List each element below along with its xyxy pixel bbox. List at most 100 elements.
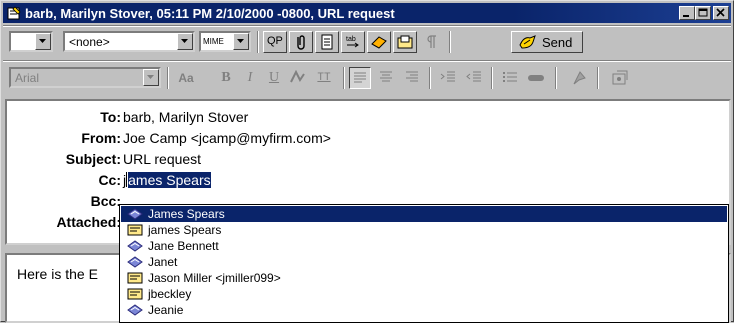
from-row[interactable]: From: Joe Camp <jcamp@myfirm.com> [7,128,727,148]
svg-text:tab: tab [346,36,356,43]
bcc-label: Bcc: [90,193,121,209]
chevron-down-icon[interactable] [177,33,193,50]
indent-icon[interactable] [437,67,459,89]
maximize-button[interactable] [695,6,711,20]
encoding-value: MIME [203,37,224,46]
attached-label: Attached: [56,214,121,230]
autocomplete-item[interactable]: Jason Miller <jmiller099> [121,270,727,286]
autocomplete-item[interactable]: Janet [121,254,727,270]
chevron-down-icon[interactable] [143,69,159,86]
minimize-icon [683,15,689,17]
autocomplete-item-name: Jeanie [148,303,184,317]
to-row[interactable]: To: barb, Marilyn Stover [7,107,727,127]
toolbar-divider [257,31,259,53]
horizontal-rule-icon[interactable] [525,67,547,89]
format-toolbar: Arial Aa B I U TT [3,63,731,93]
autocomplete-item[interactable]: James Spears [121,206,727,222]
cc-field[interactable]: j ames Spears [123,172,211,188]
autocomplete-item[interactable]: james Spears [121,222,727,238]
subject-value[interactable]: URL request [123,151,201,167]
font-dropdown[interactable]: Arial [9,67,161,88]
person-icon [127,208,143,223]
toolbar-divider [429,67,431,89]
align-right-icon[interactable] [401,67,423,89]
font-size-icon[interactable]: Aa [175,67,197,89]
maximize-icon [698,8,708,17]
qp-label: QP [267,35,283,47]
toolbar-divider [555,67,557,89]
paperclip-icon [297,35,305,50]
send-button[interactable]: Send [511,31,583,53]
priority-dropdown[interactable] [9,31,53,52]
toolbar-divider [449,31,451,53]
insert-object-icon[interactable] [609,67,631,89]
body-text: Here is the E [17,266,98,282]
text-caret [126,172,128,187]
person-icon [127,256,143,271]
toolbar-divider [597,67,599,89]
subject-row[interactable]: Subject: URL request [7,149,727,169]
signature-dropdown[interactable]: <none> [63,31,195,52]
fixed-width-icon[interactable]: TT [313,67,335,89]
compose-window: barb, Marilyn Stover, 05:11 PM 2/10/2000… [0,0,734,323]
bold-icon[interactable]: B [215,67,237,89]
signature-value: <none> [69,35,110,49]
attach-file-button[interactable] [289,31,313,53]
quoted-printable-button[interactable]: QP [263,31,287,53]
word-wrap-button[interactable]: tab [341,31,365,53]
autocomplete-item-name: Janet [148,255,178,269]
window-title: barb, Marilyn Stover, 05:11 PM 2/10/2000… [25,6,395,21]
cc-label: Cc: [98,172,121,188]
toolbar-divider [343,67,345,89]
document-icon [321,34,333,50]
to-label: To: [100,109,121,125]
align-center-icon[interactable] [375,67,397,89]
toolbar-divider [167,67,169,89]
keep-copies-button[interactable] [393,31,417,53]
outdent-icon[interactable] [463,67,485,89]
card-icon [127,224,143,239]
autocomplete-item[interactable]: Jane Bennett [121,238,727,254]
pilcrow-icon [427,35,436,48]
align-left-icon[interactable] [349,67,371,89]
insert-link-icon[interactable] [569,67,591,89]
send-icon [519,35,536,49]
address-autocomplete-list[interactable]: James Spears james Spears Jane Bennett Jane… [119,204,729,323]
card-icon [127,272,143,287]
chevron-down-icon[interactable] [233,33,249,50]
subject-label: Subject: [65,151,121,167]
card-icon [127,288,143,303]
send-label: Send [542,35,573,50]
minimize-button[interactable] [679,6,695,20]
from-label: From: [81,130,121,146]
person-icon [127,304,143,319]
chevron-down-icon[interactable] [35,33,51,50]
autocomplete-item-name: James Spears [148,207,225,221]
to-value[interactable]: barb, Marilyn Stover [123,109,248,125]
person-icon [127,240,143,255]
title-bar[interactable]: barb, Marilyn Stover, 05:11 PM 2/10/2000… [3,3,731,23]
cc-selected-text: ames Spears [128,172,211,188]
font-value: Arial [15,71,40,85]
text-as-document-button[interactable] [315,31,339,53]
autocomplete-item[interactable]: jbeckley [121,286,727,302]
autocomplete-item-name: Jane Bennett [148,239,219,253]
toolbar-separator [3,60,731,62]
eraser-icon [371,36,387,49]
close-button[interactable] [713,6,729,20]
autocomplete-item-name: Jason Miller <jmiller099> [148,271,281,285]
compose-message-icon [7,6,21,20]
tabs-in-body-button[interactable] [367,31,391,53]
text-color-icon[interactable] [287,67,309,89]
italic-icon[interactable]: I [239,67,261,89]
autocomplete-item[interactable]: Jeanie [121,302,727,318]
word-wrap-icon: tab [346,36,359,48]
underline-icon[interactable]: U [263,67,285,89]
toolbar-divider [491,67,493,89]
close-icon [716,8,725,17]
bullet-list-icon[interactable] [499,67,521,89]
cc-row[interactable]: Cc: j ames Spears [7,170,727,190]
return-receipt-button[interactable] [419,31,443,53]
encoding-dropdown[interactable]: MIME [199,31,251,52]
from-value[interactable]: Joe Camp <jcamp@myfirm.com> [123,130,331,146]
